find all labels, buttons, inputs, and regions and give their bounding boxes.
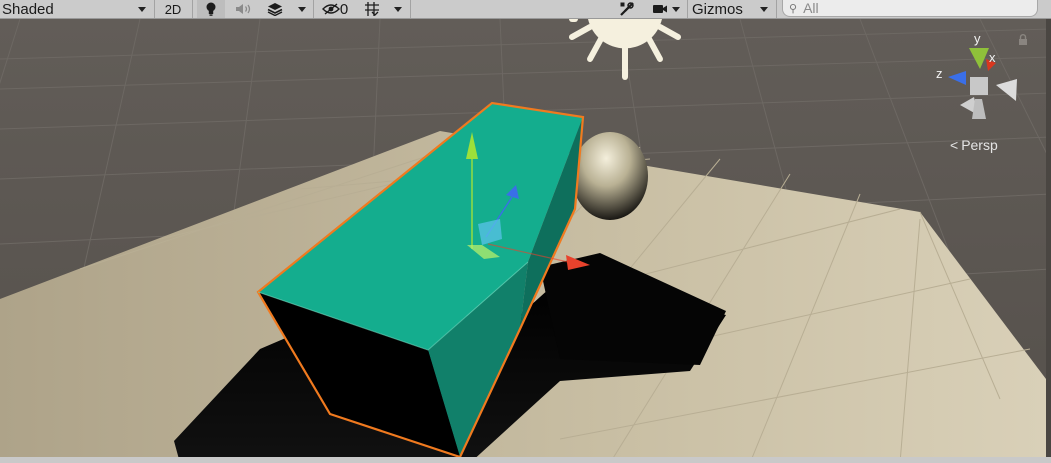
chevron-down-icon (394, 6, 402, 12)
scene-viewport[interactable]: y x z < Persp (0, 19, 1051, 463)
toolbar-divider (410, 0, 411, 18)
viewport-edge (1046, 19, 1051, 463)
gizmo-z-label: z (936, 66, 943, 81)
projection-toggle[interactable]: < Persp (950, 137, 998, 153)
hidden-objects-count: 0 (339, 0, 349, 18)
gizmos-dropdown[interactable]: Gizmos (688, 0, 774, 18)
effects-dropdown[interactable] (292, 0, 312, 18)
scene-effects-toggle[interactable] (261, 0, 289, 18)
2d-mode-label: 2D (164, 1, 182, 17)
gizmo-y-label: y (974, 31, 981, 46)
grid-dropdown[interactable] (388, 0, 408, 18)
audio-icon (236, 4, 251, 14)
search-placeholder: All (803, 0, 819, 16)
chevron-down-icon (298, 6, 306, 12)
camera-icon (653, 5, 667, 13)
camera-settings-dropdown[interactable] (646, 0, 686, 18)
toolbar-divider (776, 0, 777, 18)
shading-mode-label: Shaded (2, 0, 54, 18)
shading-mode-dropdown[interactable]: Shaded (0, 0, 152, 18)
grid-icon (365, 2, 379, 16)
toolbar-divider (313, 0, 314, 18)
projection-label: Persp (961, 137, 998, 153)
scene-audio-toggle[interactable] (229, 0, 259, 18)
scene-tools-toggle[interactable] (612, 0, 642, 18)
toolbar-divider (192, 0, 193, 18)
gizmos-label: Gizmos (692, 0, 743, 18)
chevron-down-icon (138, 6, 146, 12)
grid-toggle[interactable] (358, 0, 386, 18)
scene-view: Shaded 2D 0 Gizmos ⚲ All y x z < Persp (0, 0, 1051, 463)
scene-render: y x z (0, 19, 1051, 463)
lightbulb-icon (206, 2, 216, 16)
viewport-bottom-edge (0, 457, 1051, 463)
effects-layers-icon (267, 3, 283, 16)
scene-lighting-toggle[interactable] (197, 0, 225, 18)
hidden-objects-eye-icon (321, 3, 340, 15)
chevron-down-icon (760, 6, 768, 12)
chevron-down-icon (672, 6, 680, 12)
search-icon: ⚲ (789, 2, 798, 15)
gizmo-center-cube[interactable] (970, 77, 988, 95)
scene-toolbar: Shaded 2D 0 Gizmos ⚲ All (0, 0, 1051, 19)
chevron-left-icon: < (950, 137, 959, 153)
2d-mode-button[interactable]: 2D (159, 0, 187, 18)
hidden-objects-toggle[interactable]: 0 (316, 0, 354, 18)
toolbar-divider (154, 0, 155, 18)
tools-icon (620, 2, 634, 16)
gizmo-x-label: x (989, 50, 996, 65)
scene-search-input[interactable]: ⚲ All (782, 0, 1038, 17)
lock-icon[interactable] (1018, 34, 1028, 46)
sphere-object[interactable] (572, 132, 648, 220)
